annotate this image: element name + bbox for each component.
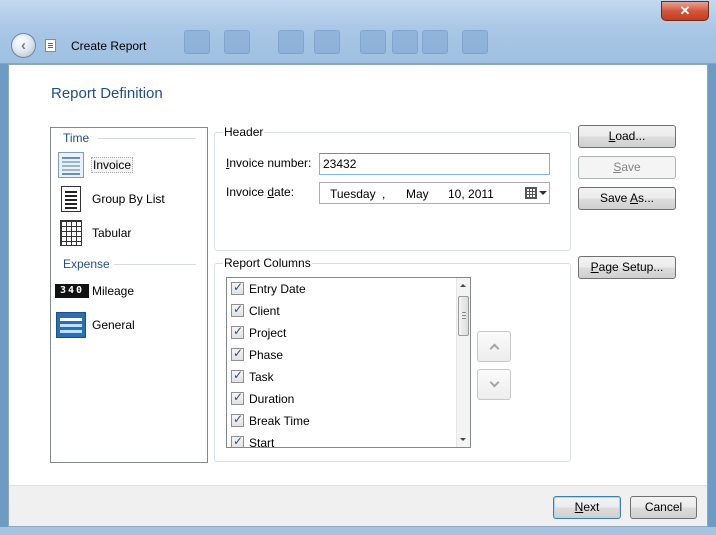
report-type-invoice[interactable]: Invoice bbox=[55, 150, 203, 180]
checkbox[interactable] bbox=[231, 390, 244, 405]
report-type-group-by-list[interactable]: Group By List bbox=[55, 184, 203, 214]
chevron-up-icon bbox=[489, 343, 500, 354]
list-item-label: Entry Date bbox=[249, 282, 306, 296]
list-item-label: Start bbox=[249, 436, 275, 448]
save-as-button[interactable]: Save As... bbox=[578, 187, 676, 210]
report-columns-group: Report Columns Entry Date Client Project… bbox=[214, 256, 571, 462]
load-button[interactable]: Load... bbox=[578, 125, 676, 148]
list-item-label: Client bbox=[249, 304, 280, 318]
save-button[interactable]: Save bbox=[578, 156, 676, 179]
close-icon: ✕ bbox=[679, 3, 691, 18]
form-icon bbox=[56, 312, 86, 338]
date-weekday[interactable]: Tuesday bbox=[330, 187, 376, 201]
group-title: Header bbox=[223, 125, 265, 139]
list-item[interactable]: Task bbox=[231, 366, 451, 386]
close-button[interactable]: ✕ bbox=[661, 1, 709, 21]
list-item[interactable]: Duration bbox=[231, 388, 451, 408]
background-toolbar-ghost bbox=[96, 26, 656, 60]
checkbox[interactable] bbox=[231, 412, 244, 427]
divider bbox=[114, 264, 196, 265]
vertical-scrollbar[interactable] bbox=[456, 278, 470, 447]
title-bar: ‹ Create Report ✕ bbox=[0, 0, 716, 64]
list-item[interactable]: Start bbox=[231, 432, 451, 448]
scroll-down-arrow-icon[interactable] bbox=[460, 438, 466, 441]
invoice-date-label: Invoice date: bbox=[226, 185, 295, 199]
dialog-body: Report Definition Time Invoice Group By … bbox=[8, 64, 708, 527]
page-setup-button[interactable]: Page Setup... bbox=[578, 256, 676, 279]
document-icon bbox=[45, 39, 56, 52]
list-item-label: Break Time bbox=[249, 414, 310, 428]
next-button[interactable]: Next bbox=[553, 496, 621, 519]
group-title: Report Columns bbox=[223, 256, 312, 270]
list-item[interactable]: Entry Date bbox=[231, 278, 451, 298]
cancel-button[interactable]: Cancel bbox=[630, 496, 697, 519]
report-type-general[interactable]: General bbox=[55, 310, 203, 340]
scroll-thumb[interactable] bbox=[458, 296, 469, 336]
list-item-label: Task bbox=[249, 370, 274, 384]
checkbox[interactable] bbox=[231, 346, 244, 361]
dialog-footer: Next Cancel bbox=[9, 485, 707, 526]
calendar-icon[interactable] bbox=[525, 187, 537, 199]
report-type-tabular[interactable]: Tabular bbox=[55, 218, 203, 248]
category-header-time: Time bbox=[63, 131, 90, 145]
divider bbox=[98, 138, 196, 139]
list-item[interactable]: Client bbox=[231, 300, 451, 320]
report-type-label: Tabular bbox=[92, 226, 132, 240]
checkbox[interactable] bbox=[231, 368, 244, 383]
list-item[interactable]: Project bbox=[231, 322, 451, 342]
report-type-mileage[interactable]: 340 Mileage bbox=[55, 276, 203, 306]
list-item[interactable]: Break Time bbox=[231, 410, 451, 430]
back-arrow-icon: ‹ bbox=[21, 37, 26, 54]
list-item-label: Phase bbox=[249, 348, 284, 362]
report-type-label: Invoice bbox=[91, 157, 134, 173]
report-type-label: General bbox=[92, 318, 135, 332]
checkbox[interactable] bbox=[231, 434, 244, 447]
dropdown-arrow-icon[interactable] bbox=[539, 191, 547, 195]
report-type-label: Mileage bbox=[92, 284, 135, 298]
report-columns-list[interactable]: Entry Date Client Project Phase Task Dur… bbox=[226, 277, 471, 448]
list-item-label: Project bbox=[249, 326, 287, 340]
invoice-number-field[interactable] bbox=[319, 153, 550, 175]
list-item-label: Duration bbox=[249, 392, 295, 406]
move-up-button[interactable] bbox=[477, 331, 511, 362]
list-item[interactable]: Phase bbox=[231, 344, 451, 364]
category-header-expense: Expense bbox=[63, 257, 110, 271]
report-type-label: Group By List bbox=[92, 192, 165, 206]
page-title: Report Definition bbox=[51, 85, 163, 102]
invoice-number-label: Invoice number: bbox=[226, 156, 312, 170]
report-type-list[interactable]: Time Invoice Group By List Tabular Expen… bbox=[50, 127, 208, 463]
move-down-button[interactable] bbox=[477, 369, 511, 400]
scroll-up-arrow-icon[interactable] bbox=[460, 284, 466, 287]
checkbox[interactable] bbox=[231, 324, 244, 339]
back-button[interactable]: ‹ bbox=[11, 33, 36, 58]
odometer-icon: 340 bbox=[55, 284, 89, 298]
date-month[interactable]: May bbox=[406, 187, 429, 201]
invoice-icon bbox=[58, 152, 84, 178]
table-icon bbox=[60, 220, 82, 246]
chevron-down-icon bbox=[489, 377, 500, 388]
window-title: Create Report bbox=[71, 39, 147, 53]
window-frame-bottom bbox=[0, 527, 716, 535]
header-group: Header Invoice number: Invoice date: Tue… bbox=[214, 125, 571, 251]
date-comma: , bbox=[382, 187, 386, 201]
checkbox[interactable] bbox=[231, 280, 244, 295]
date-day-year[interactable]: 10, 2011 bbox=[448, 187, 494, 201]
checkbox[interactable] bbox=[231, 302, 244, 317]
list-icon bbox=[61, 186, 81, 212]
invoice-date-picker[interactable]: Tuesday , May 10, 2011 bbox=[319, 182, 550, 204]
